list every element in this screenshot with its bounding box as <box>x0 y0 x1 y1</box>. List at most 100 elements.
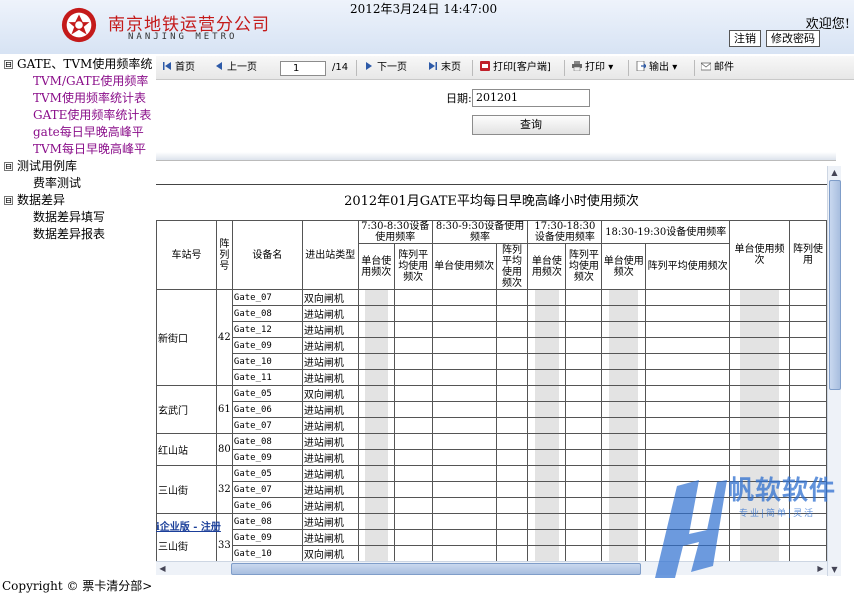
obscured-value-cell <box>393 385 433 402</box>
obscured-value-cell <box>393 401 433 418</box>
mail-icon <box>701 62 711 71</box>
redacted-mark <box>364 514 388 529</box>
col-header-slot2: 8:30-9:30设备使用频率 <box>431 220 529 244</box>
obscured-value-cell <box>357 513 395 530</box>
obscured-value-cell <box>527 385 567 402</box>
redacted-mark <box>739 354 780 369</box>
array-cell: 42 <box>215 289 233 386</box>
obscured-value-cell <box>495 417 529 434</box>
obscured-value-cell <box>431 289 497 306</box>
obscured-value-cell <box>357 321 395 338</box>
toolbar-divider <box>628 60 629 76</box>
tree-item-tvm-usage-table[interactable]: TVM使用频率统计表 <box>0 90 156 107</box>
obscured-value-cell <box>357 433 395 450</box>
obscured-value-cell <box>393 305 433 322</box>
obscured-value-cell <box>393 497 433 514</box>
obscured-value-cell <box>601 481 647 498</box>
obscured-value-cell <box>431 353 497 370</box>
prev-page-icon <box>216 62 222 70</box>
next-page-button[interactable]: 下一页 <box>364 60 407 76</box>
tree-item-gate-usage-table[interactable]: GATE使用频率统计表 <box>0 107 156 124</box>
redacted-mark <box>739 338 780 353</box>
obscured-value-cell <box>431 401 497 418</box>
redacted-mark <box>739 418 780 433</box>
print-dropdown-button[interactable]: 打印 ▾ <box>572 60 613 76</box>
redacted-mark <box>739 450 780 465</box>
tree-group-data-diff[interactable]: ⊟ 数据差异 <box>0 192 156 209</box>
station-cell: 玄武门 <box>156 385 217 434</box>
table-row: Gate_07 进站闸机 <box>157 417 827 434</box>
obscured-value-cell <box>729 369 790 386</box>
first-page-button[interactable]: 首页 <box>162 60 195 76</box>
date-input[interactable]: 201201 <box>472 89 590 107</box>
device-cell: Gate_06 <box>231 497 303 514</box>
obscured-value-cell <box>788 417 827 434</box>
col-header-slot4: 18:30-19:30设备使用频率 <box>601 220 731 244</box>
obscured-value-cell <box>645 353 731 370</box>
obscured-value-cell <box>527 321 567 338</box>
nanjing-metro-logo-icon <box>61 7 97 43</box>
obscured-value-cell <box>357 385 395 402</box>
table-row: Gate_12 进站闸机 <box>157 321 827 338</box>
export-dropdown-button[interactable]: 输出 ▾ <box>636 60 677 76</box>
io-type-cell: 双向闸机 <box>301 385 359 402</box>
tree-group-usage-stats[interactable]: ⊟ GATE、TVM使用频率统 <box>0 56 156 73</box>
page-number-input[interactable] <box>280 61 326 76</box>
scroll-up-icon[interactable]: ▲ <box>828 166 841 179</box>
obscured-value-cell <box>357 545 395 562</box>
io-type-cell: 进站闸机 <box>301 321 359 338</box>
license-notice-link[interactable]: i企业版 - 注册 <box>156 518 221 533</box>
obscured-value-cell <box>601 321 647 338</box>
obscured-value-cell <box>565 369 603 386</box>
obscured-value-cell <box>601 337 647 354</box>
frame-splitter[interactable] <box>156 152 836 160</box>
redacted-mark <box>534 386 560 401</box>
obscured-value-cell <box>601 545 647 562</box>
tree-item-diff-report[interactable]: 数据差异报表 <box>0 226 156 243</box>
tree-item-tvm-peak-avg[interactable]: TVM每日早晚高峰平 <box>0 141 156 158</box>
tree-item-tvm-gate-usage[interactable]: TVM/GATE使用频率 <box>0 73 156 90</box>
obscured-value-cell <box>357 417 395 434</box>
vendor-brand: 帆软软件 <box>728 476 837 506</box>
obscured-value-cell <box>645 321 731 338</box>
obscured-value-cell <box>788 353 827 370</box>
current-datetime: 2012年3月24日 14:47:00 <box>350 2 498 16</box>
tree-item-gate-peak-avg[interactable]: gate每日早晚高峰平 <box>0 124 156 141</box>
redacted-mark <box>609 546 639 561</box>
obscured-value-cell <box>527 289 567 306</box>
obscured-value-cell <box>565 497 603 514</box>
change-password-button[interactable]: 修改密码 <box>766 30 820 47</box>
logout-button[interactable]: 注销 <box>729 30 761 47</box>
collapse-icon[interactable]: ⊟ <box>4 162 13 171</box>
tree-group-label: 测试用例库 <box>17 159 78 173</box>
collapse-icon[interactable]: ⊟ <box>4 60 13 69</box>
collapse-icon[interactable]: ⊟ <box>4 196 13 205</box>
obscured-value-cell <box>645 337 731 354</box>
chevron-down-icon: ▾ <box>672 62 678 73</box>
obscured-value-cell <box>431 433 497 450</box>
mail-button[interactable]: 邮件 <box>701 60 734 76</box>
obscured-value-cell <box>527 449 567 466</box>
last-page-button[interactable]: 末页 <box>428 60 461 76</box>
vertical-scroll-thumb[interactable] <box>829 180 841 390</box>
obscured-value-cell <box>729 449 790 466</box>
print-client-button[interactable]: 打印[客户端] <box>480 60 551 76</box>
obscured-value-cell <box>729 305 790 322</box>
io-type-cell: 进站闸机 <box>301 513 359 530</box>
redacted-mark <box>534 290 560 305</box>
horizontal-scroll-thumb[interactable] <box>231 563 641 575</box>
scroll-left-icon[interactable]: ◀ <box>156 562 169 575</box>
redacted-mark <box>609 482 639 497</box>
query-button[interactable]: 查询 <box>472 115 590 135</box>
obscured-value-cell <box>495 337 529 354</box>
tree-item-diff-entry[interactable]: 数据差异填写 <box>0 209 156 226</box>
tree-group-label: GATE、TVM使用频率统 <box>17 57 153 71</box>
obscured-value-cell <box>645 385 731 402</box>
tree-group-test-cases[interactable]: ⊟ 测试用例库 <box>0 158 156 175</box>
company-english-name: NANJING METRO <box>128 32 238 42</box>
obscured-value-cell <box>788 369 827 386</box>
tree-item-fare-test[interactable]: 费率测试 <box>0 175 156 192</box>
redacted-mark <box>739 434 780 449</box>
redacted-mark <box>364 450 388 465</box>
prev-page-button[interactable]: 上一页 <box>214 60 257 76</box>
